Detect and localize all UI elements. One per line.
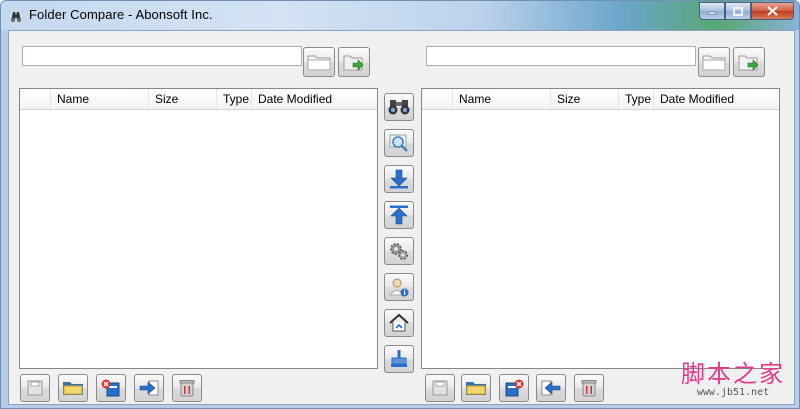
clean-button[interactable]	[384, 345, 414, 373]
home-button[interactable]	[384, 309, 414, 337]
folder-icon	[307, 55, 331, 71]
right-new-folder-button[interactable]	[461, 374, 491, 402]
copy-left-icon	[541, 380, 561, 396]
right-list-header: Name Size Type Date Modified	[422, 89, 779, 110]
compare-button[interactable]	[384, 93, 414, 121]
arrow-up-icon	[390, 205, 408, 225]
right-header-size[interactable]: Size	[551, 89, 619, 109]
home-icon	[389, 313, 409, 332]
left-header-size[interactable]: Size	[149, 89, 217, 109]
maximize-button[interactable]	[725, 2, 751, 20]
left-header-name[interactable]: Name	[51, 89, 149, 109]
close-button[interactable]	[751, 2, 794, 20]
right-save-button[interactable]	[425, 374, 455, 402]
right-file-list[interactable]: Name Size Type Date Modified	[421, 88, 780, 369]
settings-button[interactable]	[384, 237, 414, 265]
main-panel: Name Size Type Date Modified Name Size T…	[8, 30, 795, 405]
copy-right-icon	[139, 380, 159, 396]
maximize-icon	[733, 6, 743, 16]
user-info-icon	[388, 278, 409, 297]
save-icon	[27, 380, 43, 396]
zoom-button[interactable]	[384, 129, 414, 157]
delete-file-icon	[505, 379, 524, 397]
folder-icon	[702, 55, 726, 71]
right-path-input[interactable]	[426, 46, 696, 66]
left-browse-button[interactable]	[303, 47, 335, 77]
left-header-checkbox-column[interactable]	[20, 89, 51, 109]
right-header-checkbox-column[interactable]	[422, 89, 453, 109]
left-save-button[interactable]	[20, 374, 50, 402]
left-path-input[interactable]	[22, 46, 302, 66]
window-title: Folder Compare - Abonsoft Inc.	[29, 7, 213, 22]
app-logo-icon	[11, 12, 21, 22]
download-button[interactable]	[384, 165, 414, 193]
left-trash-button[interactable]	[172, 374, 202, 402]
delete-file-icon	[101, 379, 120, 397]
left-file-list[interactable]: Name Size Type Date Modified	[19, 88, 378, 369]
folder-go-icon	[738, 55, 759, 71]
new-folder-icon	[63, 382, 83, 395]
minimize-icon	[707, 11, 717, 15]
right-browse-button[interactable]	[698, 47, 730, 77]
upload-button[interactable]	[384, 201, 414, 229]
broom-icon	[391, 350, 407, 367]
left-list-header: Name Size Type Date Modified	[20, 89, 377, 110]
caption-buttons	[699, 2, 794, 21]
copy-to-left-button[interactable]	[536, 374, 566, 402]
left-header-type[interactable]: Type	[217, 89, 252, 109]
magnifier-icon	[389, 134, 408, 152]
new-folder-icon	[466, 382, 486, 395]
title-bar[interactable]: Folder Compare - Abonsoft Inc.	[1, 1, 799, 30]
watermark-text: 脚本之家	[681, 360, 785, 388]
minimize-button[interactable]	[699, 2, 725, 20]
trash-icon	[581, 380, 597, 397]
watermark: 脚本之家 www.jb51.net	[673, 361, 793, 399]
app-window: Folder Compare - Abonsoft Inc. Name Size…	[0, 0, 800, 409]
binoculars-icon	[388, 100, 410, 115]
left-go-button[interactable]	[338, 47, 370, 77]
trash-icon	[179, 380, 195, 397]
copy-to-right-button[interactable]	[134, 374, 164, 402]
folder-go-icon	[343, 55, 364, 71]
left-delete-button[interactable]	[96, 374, 126, 402]
about-button[interactable]	[384, 273, 414, 301]
left-new-folder-button[interactable]	[58, 374, 88, 402]
left-header-date-modified[interactable]: Date Modified	[252, 89, 377, 109]
watermark-url: www.jb51.net	[696, 387, 770, 398]
gears-icon	[390, 243, 408, 260]
right-delete-button[interactable]	[499, 374, 529, 402]
right-trash-button[interactable]	[574, 374, 604, 402]
right-header-type[interactable]: Type	[619, 89, 654, 109]
right-go-button[interactable]	[733, 47, 765, 77]
right-header-date-modified[interactable]: Date Modified	[654, 89, 779, 109]
save-icon	[432, 380, 448, 396]
arrow-down-icon	[390, 169, 408, 189]
right-header-name[interactable]: Name	[453, 89, 551, 109]
close-icon	[767, 6, 778, 16]
